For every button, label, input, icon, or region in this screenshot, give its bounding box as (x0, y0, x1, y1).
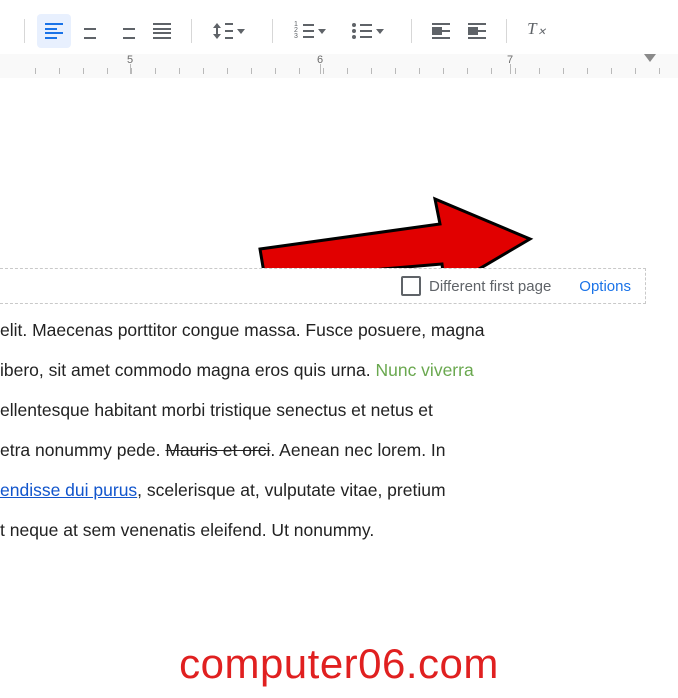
increase-indent-icon (468, 23, 486, 39)
decrease-indent-icon (432, 23, 450, 39)
bulleted-list-icon (352, 23, 372, 39)
toolbar: 1 2 3 T✕ (0, 8, 678, 55)
text-span-green: Nunc viverra (375, 360, 473, 380)
chevron-down-icon (376, 29, 384, 34)
document-page: Different first page Options elit. Maece… (0, 78, 678, 698)
text-line: ibero, sit amet commodo magna eros quis … (0, 350, 638, 390)
line-spacing-button[interactable] (204, 14, 260, 48)
chevron-down-icon (237, 29, 245, 34)
text-line: endisse dui purus, scelerisque at, vulpu… (0, 470, 638, 510)
align-justify-icon (153, 23, 171, 39)
separator (191, 19, 192, 43)
align-left-button[interactable] (37, 14, 71, 48)
document-body[interactable]: elit. Maecenas porttitor congue massa. F… (0, 310, 638, 550)
separator (272, 19, 273, 43)
ruler-right-margin-marker[interactable] (644, 54, 656, 62)
text-line: etra nonummy pede. Mauris et orci. Aenea… (0, 430, 638, 470)
clear-formatting-icon: T✕ (527, 19, 545, 41)
increase-indent-button[interactable] (460, 14, 494, 48)
separator (411, 19, 412, 43)
watermark-text: computer06.com (0, 640, 678, 688)
separator (24, 19, 25, 43)
align-justify-button[interactable] (145, 14, 179, 48)
numbered-list-button[interactable]: 1 2 3 (285, 14, 341, 48)
header-options-bar: Different first page Options (0, 268, 646, 304)
align-center-icon (81, 23, 99, 39)
different-first-page-label: Different first page (429, 278, 551, 295)
ruler-track: 5 6 7 (0, 54, 678, 78)
text-line: ellentesque habitant morbi tristique sen… (0, 390, 638, 430)
text-line: elit. Maecenas porttitor congue massa. F… (0, 310, 638, 350)
align-right-icon (117, 23, 135, 39)
align-center-button[interactable] (73, 14, 107, 48)
header-options-link[interactable]: Options (579, 278, 631, 295)
decrease-indent-button[interactable] (424, 14, 458, 48)
text-span-strike: Mauris et orci (165, 440, 270, 460)
clear-formatting-button[interactable]: T✕ (519, 14, 553, 48)
line-spacing-icon (213, 23, 233, 39)
align-left-icon (45, 23, 63, 39)
text-span-link[interactable]: endisse dui purus (0, 480, 137, 500)
separator (506, 19, 507, 43)
ruler[interactable]: 5 6 7 (0, 54, 678, 79)
chevron-down-icon (318, 29, 326, 34)
bulleted-list-button[interactable] (343, 14, 399, 48)
text-line: t neque at sem venenatis eleifend. Ut no… (0, 510, 638, 550)
align-right-button[interactable] (109, 14, 143, 48)
different-first-page-checkbox[interactable] (401, 276, 421, 296)
numbered-list-icon: 1 2 3 (294, 23, 314, 39)
